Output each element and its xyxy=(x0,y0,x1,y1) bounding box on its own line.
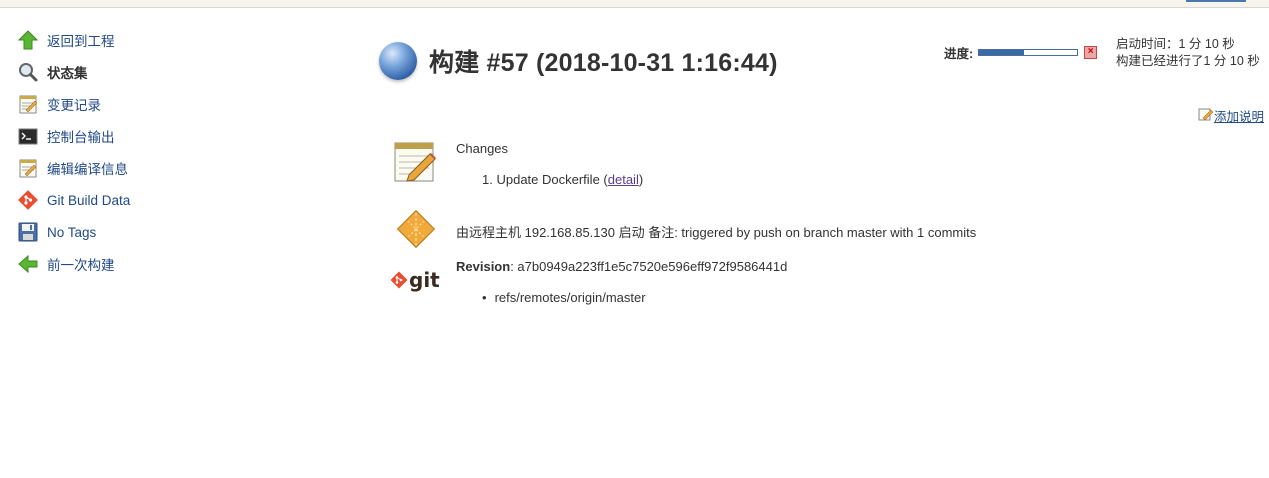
header-tab-indicator xyxy=(1186,0,1246,2)
terminal-icon xyxy=(17,125,39,147)
git-diamond-icon xyxy=(390,271,408,289)
sidebar-item-git-build-data[interactable]: Git Build Data xyxy=(17,184,217,216)
arrow-up-icon xyxy=(17,29,39,51)
sidebar-item-label: Git Build Data xyxy=(47,192,131,208)
top-header-bar xyxy=(0,0,1269,8)
progress-label: 进度: xyxy=(944,47,974,61)
sidebar-item-label: No Tags xyxy=(47,224,97,240)
revision-label: Revision xyxy=(456,259,511,274)
git-icon xyxy=(17,189,39,211)
build-status-ball-icon xyxy=(379,42,417,80)
add-description-link[interactable]: 添加说明 xyxy=(1214,106,1264,125)
changes-list: 1. Update Dockerfile (detail) xyxy=(482,172,643,187)
sidebar-item-label: 前一次构建 xyxy=(47,258,115,273)
list-item: refs/remotes/origin/master xyxy=(482,290,646,305)
revision-value: : a7b0949a223ff1e5c7520e596eff972f958644… xyxy=(510,259,788,274)
git-logo: git xyxy=(390,268,440,292)
sidebar-item-status[interactable]: 状态集 xyxy=(17,56,217,88)
sidebar-item-label: 变更记录 xyxy=(47,98,101,113)
sidebar-item-console[interactable]: 控制台输出 xyxy=(17,120,217,152)
sidebar-item-label: 返回到工程 xyxy=(47,34,115,49)
change-number: 1. xyxy=(482,172,493,187)
sidebar-item-changes[interactable]: 变更记录 xyxy=(17,88,217,120)
progress-bar xyxy=(978,49,1079,56)
sidebar-item-label: 状态集 xyxy=(47,66,88,81)
notepad-icon xyxy=(17,93,39,115)
sidebar-item-label: 编辑编译信息 xyxy=(47,162,128,177)
edit-icon xyxy=(1198,107,1214,124)
sidebar-item-label: 控制台输出 xyxy=(47,130,115,145)
build-progress: 进度: × xyxy=(944,43,1098,62)
remote-trigger-icon xyxy=(394,207,438,254)
cancel-build-icon[interactable]: × xyxy=(1084,46,1098,59)
build-cause-text: 由远程主机 192.168.85.130 启动 备注: triggered by… xyxy=(456,225,977,240)
sidebar-item-edit-build-info[interactable]: 编辑编译信息 xyxy=(17,152,217,184)
page-title: 构建 #57 (2018-10-31 1:16:44) xyxy=(429,49,778,77)
branch-list: refs/remotes/origin/master xyxy=(482,290,646,305)
changes-heading: Changes xyxy=(456,141,509,156)
change-text: Update Dockerfile xyxy=(496,172,600,187)
add-description: 添加说明 xyxy=(1198,106,1264,125)
git-revision: Revision: a7b0949a223ff1e5c7520e596eff97… xyxy=(456,259,787,274)
sidebar-item-back-to-project[interactable]: 返回到工程 xyxy=(17,24,217,56)
arrow-left-icon xyxy=(17,253,39,275)
start-time-text: 启动时间：1 分 10 秒 xyxy=(1116,37,1235,51)
notepad-edit-icon xyxy=(17,157,39,179)
build-timing: 启动时间：1 分 10 秒 构建已经进行了1 分 10 秒 xyxy=(1116,36,1260,70)
floppy-icon xyxy=(17,221,39,243)
elapsed-time-text: 构建已经进行了1 分 10 秒 xyxy=(1116,54,1260,68)
side-panel: 返回到工程 状态集 变更记录 控制台输出 编辑编译信息 Git Build Da… xyxy=(17,24,217,280)
sidebar-item-no-tags[interactable]: No Tags xyxy=(17,216,217,248)
progress-fill xyxy=(979,50,1025,55)
change-detail-link[interactable]: detail xyxy=(608,172,639,187)
changes-notepad-icon xyxy=(392,139,438,188)
git-logo-text: git xyxy=(409,268,440,292)
sidebar-item-previous-build[interactable]: 前一次构建 xyxy=(17,248,217,280)
build-header: 构建 #57 (2018-10-31 1:16:44) xyxy=(379,42,778,80)
list-item: 1. Update Dockerfile (detail) xyxy=(482,172,644,187)
magnifier-icon xyxy=(17,61,39,83)
